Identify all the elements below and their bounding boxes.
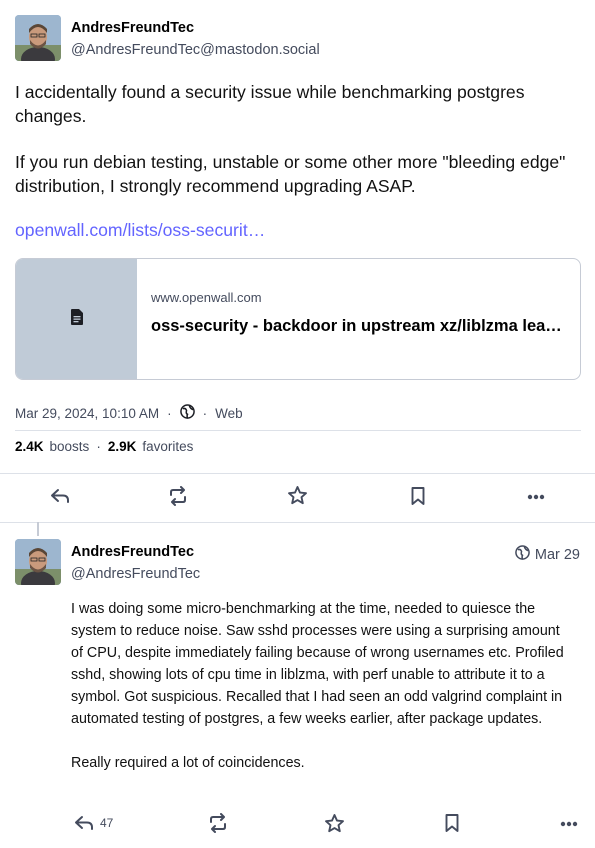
more-icon xyxy=(560,821,578,827)
more-icon xyxy=(527,494,545,500)
file-icon xyxy=(70,308,84,330)
avatar[interactable] xyxy=(15,539,61,585)
more-button[interactable] xyxy=(560,821,578,827)
card-domain: www.openwall.com xyxy=(151,290,262,305)
divider xyxy=(15,430,581,431)
favorite-button[interactable] xyxy=(287,485,308,505)
reply-button[interactable] xyxy=(50,487,70,505)
reply-count: 47 xyxy=(100,816,114,830)
reply-content: I was doing some micro-benchmarking at t… xyxy=(71,598,571,796)
author-handle[interactable]: @AndresFreundTec@mastodon.social xyxy=(71,42,320,58)
post-paragraph: I accidentally found a security issue wh… xyxy=(15,82,525,126)
thread-line xyxy=(37,522,39,536)
divider xyxy=(0,473,595,474)
reply-icon xyxy=(74,814,94,832)
post-paragraph: If you run debian testing, unstable or s… xyxy=(15,152,566,196)
link-preview-card[interactable]: www.openwall.com oss-security - backdoor… xyxy=(15,258,581,380)
bookmark-button[interactable] xyxy=(410,486,426,506)
boost-icon xyxy=(208,813,228,833)
boosts-count[interactable]: 2.4K xyxy=(15,439,44,454)
card-title: oss-security - backdoor in upstream xz/l… xyxy=(151,317,566,335)
reply-time: Mar 29 xyxy=(534,546,580,563)
bookmark-icon xyxy=(410,486,426,506)
reply-timestamp[interactable]: Mar 29 xyxy=(515,545,580,564)
post-link[interactable]: openwall.com/lists/oss-securit… xyxy=(15,220,265,241)
card-thumbnail xyxy=(16,259,137,379)
boosts-label[interactable]: boosts xyxy=(50,439,90,454)
reply-button[interactable]: 47 xyxy=(74,814,113,832)
reply-icon xyxy=(50,487,70,505)
favorites-count[interactable]: 2.9K xyxy=(108,439,137,454)
post-meta: Mar 29, 2024, 10:10 AM · · Web xyxy=(15,404,243,422)
divider xyxy=(0,522,595,523)
reply-author-name[interactable]: AndresFreundTec xyxy=(71,544,194,560)
avatar[interactable] xyxy=(15,15,61,61)
reply-paragraph: Really required a lot of coincidences. xyxy=(71,755,305,771)
globe-icon xyxy=(515,545,535,564)
author-name[interactable]: AndresFreundTec xyxy=(71,20,194,36)
post-content: I accidentally found a security issue wh… xyxy=(15,80,580,220)
bookmark-button[interactable] xyxy=(444,813,460,833)
favorite-icon xyxy=(287,485,308,505)
reply-author-handle[interactable]: @AndresFreundTec xyxy=(71,566,200,582)
separator: · xyxy=(167,405,172,421)
more-button[interactable] xyxy=(527,494,545,500)
favorites-label[interactable]: favorites xyxy=(142,439,193,454)
reply-paragraph: I was doing some micro-benchmarking at t… xyxy=(71,601,564,727)
boost-button[interactable] xyxy=(168,486,188,506)
boost-icon xyxy=(168,486,188,506)
post-visibility: Web xyxy=(215,405,243,421)
bookmark-icon xyxy=(444,813,460,833)
separator: · xyxy=(96,439,101,454)
boost-button[interactable] xyxy=(208,813,228,833)
favorite-icon xyxy=(324,813,345,833)
post-timestamp[interactable]: Mar 29, 2024, 10:10 AM xyxy=(15,406,159,421)
favorite-button[interactable] xyxy=(324,813,345,833)
separator: · xyxy=(202,405,208,421)
post-stats: 2.4K boosts · 2.9K favorites xyxy=(15,439,193,454)
